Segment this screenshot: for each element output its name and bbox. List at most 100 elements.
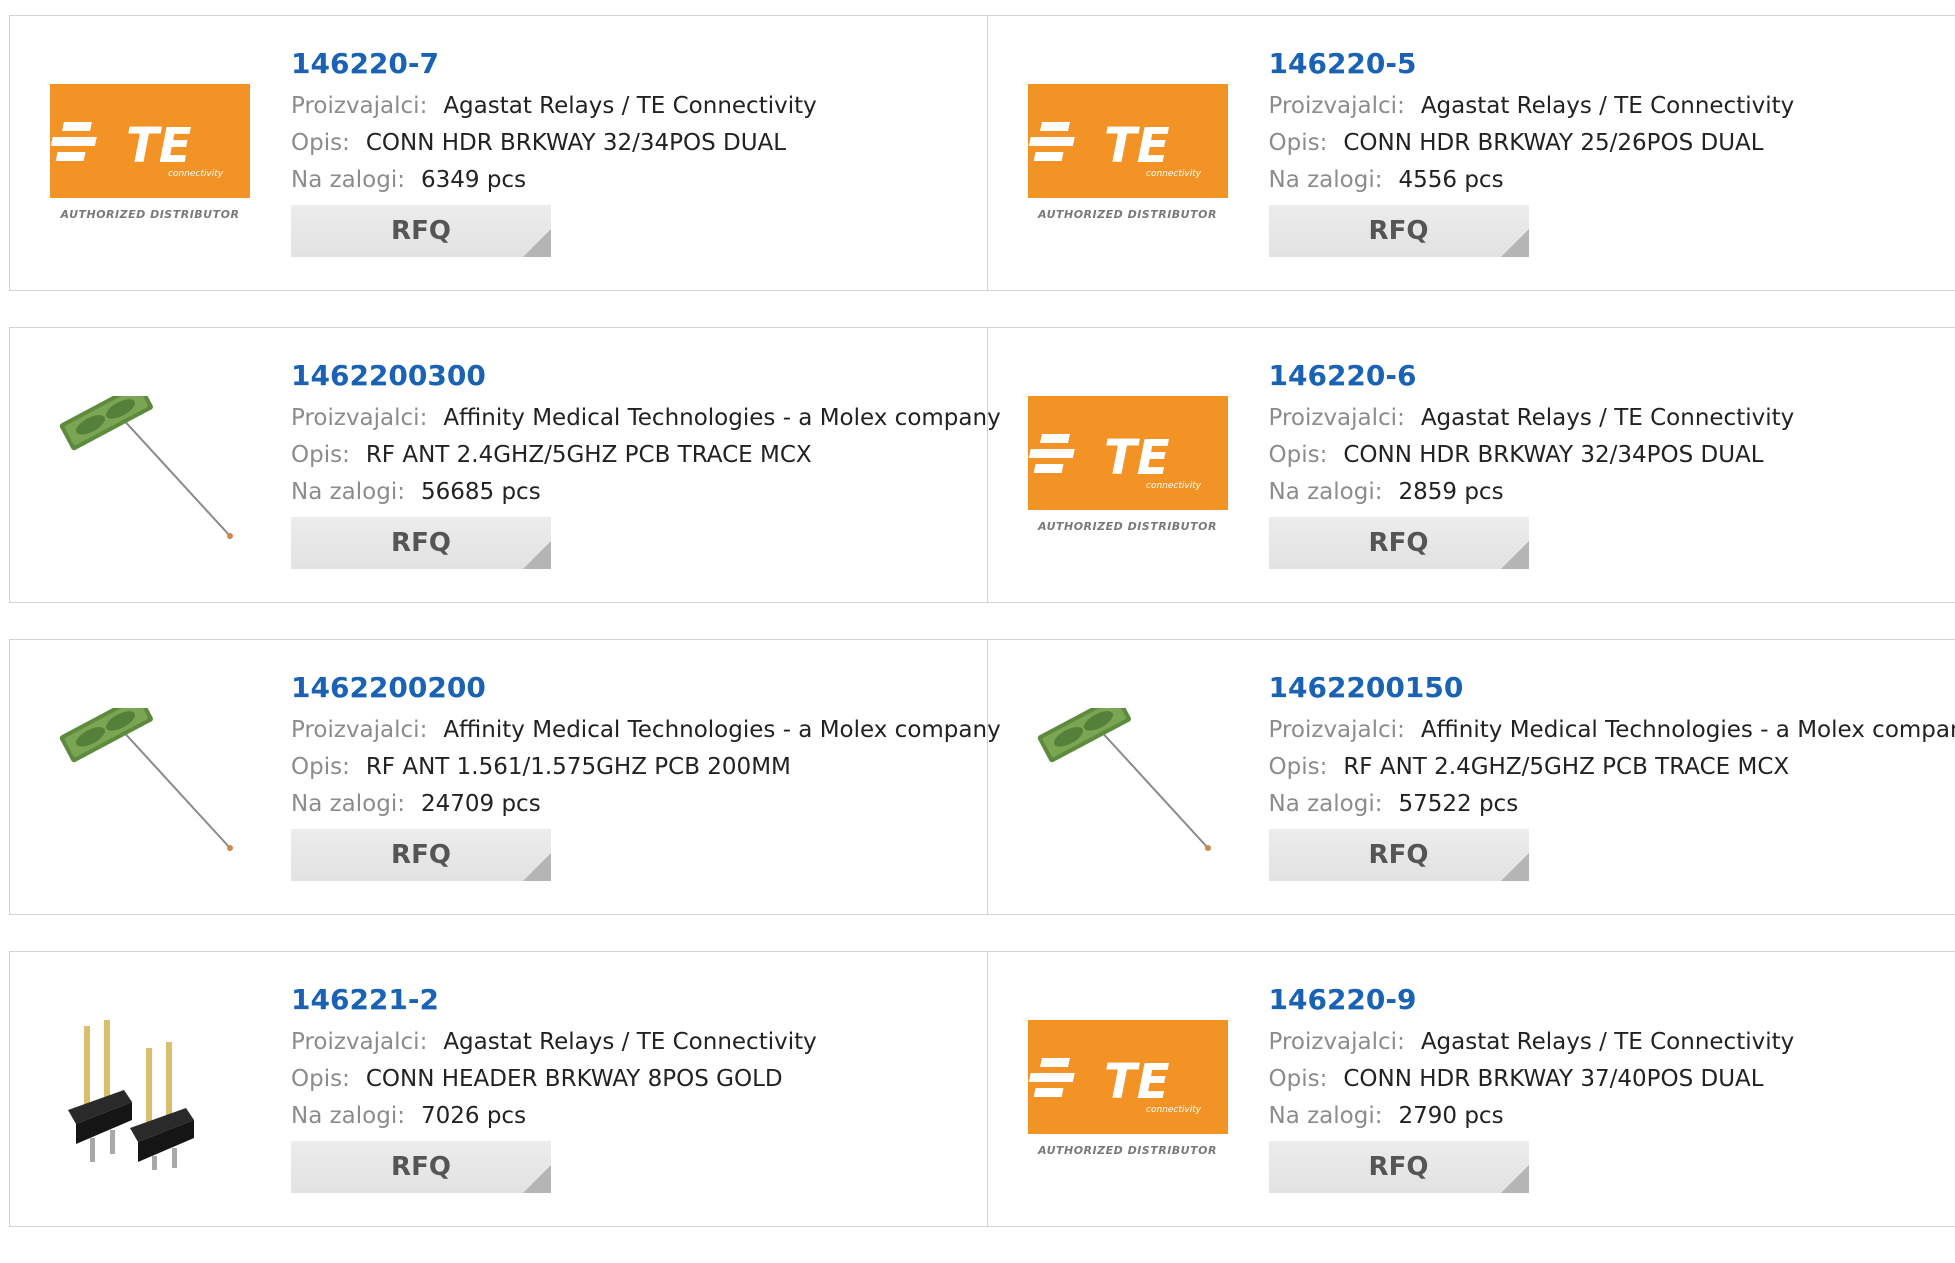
antenna-image[interactable] [50,708,250,858]
te-logo-text: TE [1104,118,1170,174]
rfq-button[interactable]: RFQ [1269,205,1529,257]
te-logo: TE connectivity AUTHORIZED DISTRIBUTOR [1028,84,1228,234]
te-logo: TE connectivity AUTHORIZED DISTRIBUTOR [50,84,250,234]
manufacturer-label: Proizvajalci: [291,717,427,743]
te-logo-box: TE connectivity [1028,1020,1228,1134]
stock-label: Na zalogi: [1269,791,1383,817]
te-logo-image[interactable]: TE connectivity AUTHORIZED DISTRIBUTOR [1028,84,1228,234]
stock-value: 6349 pcs [421,167,526,193]
te-logo-subtext: connectivity [1146,481,1202,491]
description-label: Opis: [291,754,350,780]
product-card: TE connectivity AUTHORIZED DISTRIBUTOR 1… [987,952,1955,1226]
product-info: 146220-6 Proizvajalci: Agastat Relays / T… [1269,356,1955,569]
manufacturer-label: Proizvajalci: [1269,405,1405,431]
te-logo-box: TE connectivity [50,84,250,198]
description-label: Opis: [1269,130,1328,156]
part-number-link[interactable]: 146220-6 [1269,356,1955,396]
rfq-button[interactable]: RFQ [1269,1141,1529,1193]
te-authorized-text: AUTHORIZED DISTRIBUTOR [1028,1144,1228,1157]
manufacturer-label: Proizvajalci: [291,405,427,431]
stock-value: 2859 pcs [1398,479,1503,505]
stock-row: Na zalogi:4556 pcs [1269,162,1955,199]
product-card: TE connectivity AUTHORIZED DISTRIBUTOR 1… [987,16,1955,290]
rfq-button[interactable]: RFQ [1269,829,1529,881]
part-number-link[interactable]: 146220-9 [1269,980,1955,1020]
manufacturer-row: Proizvajalci: Agastat Relays / TE Connect… [291,1024,987,1061]
manufacturer-value: Agastat Relays / TE Connectivity [1421,1029,1794,1055]
manufacturer-value: Agastat Relays / TE Connectivity [1421,405,1794,431]
part-number-link[interactable]: 146220-5 [1269,44,1955,84]
te-logo: TE connectivity AUTHORIZED DISTRIBUTOR [1028,1020,1228,1170]
manufacturer-value: Affinity Medical Technologies - a Molex … [443,405,1000,431]
description-label: Opis: [1269,442,1328,468]
product-row: 146221-2 Proizvajalci: Agastat Relays / T… [9,951,1955,1227]
manufacturer-label: Proizvajalci: [1269,93,1405,119]
rfq-button[interactable]: RFQ [291,517,551,569]
part-number-link[interactable]: 1462200150 [1269,668,1955,708]
te-authorized-text: AUTHORIZED DISTRIBUTOR [50,208,250,221]
stock-label: Na zalogi: [1269,167,1383,193]
product-row: 1462200300 Proizvajalci: Affinity Medical… [9,327,1955,603]
rfq-button[interactable]: RFQ [291,829,551,881]
te-logo-image[interactable]: TE connectivity AUTHORIZED DISTRIBUTOR [1028,1020,1228,1170]
description-row: Opis:CONN HDR BRKWAY 25/26POS DUAL [1269,125,1955,162]
manufacturer-row: Proizvajalci:Affinity Medical Technologi… [291,712,987,749]
antenna-icon [1028,708,1228,858]
stock-value: 56685 pcs [421,479,541,505]
product-card: TE connectivity AUTHORIZED DISTRIBUTOR 1… [987,328,1955,602]
pin-header-image[interactable] [50,1020,250,1170]
description-row: Opis:RF ANT 2.4GHZ/5GHZ PCB TRACE MCX [1269,749,1955,786]
description-value: RF ANT 2.4GHZ/5GHZ PCB TRACE MCX [366,442,812,468]
part-number-link[interactable]: 1462200200 [291,668,987,708]
te-logo-text: TE [126,118,192,174]
description-label: Opis: [291,442,350,468]
te-logo-image[interactable]: TE connectivity AUTHORIZED DISTRIBUTOR [1028,396,1228,546]
stock-row: Na zalogi:2859 pcs [1269,474,1955,511]
product-info: 146220-5 Proizvajalci: Agastat Relays / T… [1269,44,1955,257]
manufacturer-value: Affinity Medical Technologies - a Molex … [443,717,1000,743]
product-card: 1462200200 Proizvajalci:Affinity Medical… [10,640,987,914]
description-row: Opis: CONN HDR BRKWAY 32/34POS DUAL [1269,437,1955,474]
description-value: CONN HEADER BRKWAY 8POS GOLD [366,1066,783,1092]
product-card: 146221-2 Proizvajalci: Agastat Relays / T… [10,952,987,1226]
part-number-link[interactable]: 146220-7 [291,44,987,84]
description-row: Opis:CONN HDR BRKWAY 32/34POS DUAL [291,125,987,162]
antenna-image[interactable] [50,396,250,546]
product-row: 1462200200 Proizvajalci:Affinity Medical… [9,639,1955,915]
te-logo-subtext: connectivity [168,169,224,179]
manufacturer-value: Agastat Relays / TE Connectivity [443,93,816,119]
manufacturer-row: Proizvajalci:Agastat Relays / TE Connect… [1269,1024,1955,1061]
description-value: CONN HDR BRKWAY 32/34POS DUAL [1343,442,1763,468]
te-logo-box: TE connectivity [1028,84,1228,198]
product-info: 146221-2 Proizvajalci: Agastat Relays / T… [291,980,987,1193]
manufacturer-label: Proizvajalci: [291,1029,427,1055]
part-number-link[interactable]: 1462200300 [291,356,987,396]
stock-label: Na zalogi: [291,791,405,817]
rfq-button[interactable]: RFQ [291,205,551,257]
product-info: 1462200300 Proizvajalci:Affinity Medical… [291,356,987,569]
manufacturer-value: Agastat Relays / TE Connectivity [1421,93,1794,119]
te-logo-icon: TE connectivity [1028,396,1228,510]
product-info: 1462200200 Proizvajalci:Affinity Medical… [291,668,987,881]
product-grid: TE connectivity AUTHORIZED DISTRIBUTOR 1… [9,15,1955,1263]
rfq-button[interactable]: RFQ [291,1141,551,1193]
manufacturer-value: Affinity Medical Technologies - a Molex … [1421,717,1955,743]
te-logo-box: TE connectivity [1028,396,1228,510]
stock-value: 7026 pcs [421,1103,526,1129]
description-row: Opis:CONN HDR BRKWAY 37/40POS DUAL [1269,1061,1955,1098]
part-number-link[interactable]: 146221-2 [291,980,987,1020]
product-card: 1462200300 Proizvajalci:Affinity Medical… [10,328,987,602]
manufacturer-row: Proizvajalci: Agastat Relays / TE Connect… [1269,400,1955,437]
te-authorized-text: AUTHORIZED DISTRIBUTOR [1028,520,1228,533]
manufacturer-value: Agastat Relays / TE Connectivity [443,1029,816,1055]
stock-label: Na zalogi: [291,167,405,193]
stock-row: Na zalogi:2790 pcs [1269,1098,1955,1135]
description-value: RF ANT 1.561/1.575GHZ PCB 200MM [366,754,791,780]
te-logo-subtext: connectivity [1146,169,1202,179]
rfq-button[interactable]: RFQ [1269,517,1529,569]
product-info: 146220-9 Proizvajalci:Agastat Relays / T… [1269,980,1955,1193]
antenna-image[interactable] [1028,708,1228,858]
te-logo-text: TE [1104,430,1170,486]
te-logo-icon: TE connectivity [50,84,250,198]
te-logo-image[interactable]: TE connectivity AUTHORIZED DISTRIBUTOR [50,84,250,234]
